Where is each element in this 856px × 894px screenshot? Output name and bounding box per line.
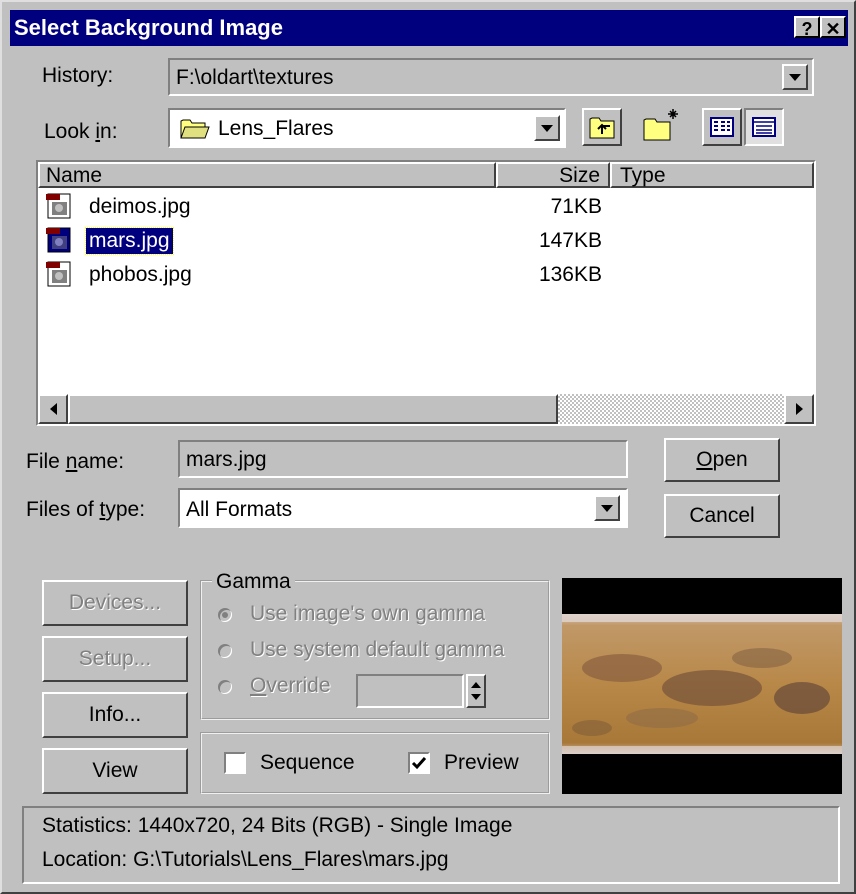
gamma-own-label: Use image's own gamma <box>250 602 486 625</box>
look-in-value: Lens_Flares <box>218 117 334 140</box>
radio-override[interactable] <box>218 680 232 694</box>
file-size-phobos: 136KB <box>538 263 602 286</box>
column-header-size[interactable]: Size <box>496 162 610 188</box>
select-background-image-dialog: Select Background Image ? ✕ History: F:\… <box>0 0 856 894</box>
horizontal-scrollbar[interactable] <box>38 394 814 424</box>
image-file-icon <box>46 193 71 219</box>
look-in-label: Look in: <box>44 120 118 143</box>
list-view-button[interactable] <box>702 108 742 146</box>
column-header-type[interactable]: Type <box>610 162 814 188</box>
gamma-override-input[interactable] <box>356 674 464 708</box>
status-panel: Statistics: 1440x720, 24 Bits (RGB) - Si… <box>22 806 840 884</box>
file-name-input[interactable]: mars.jpg <box>178 440 628 478</box>
file-size-deimos: 71KB <box>550 195 602 218</box>
radio-dot <box>222 612 228 618</box>
gamma-own-option[interactable]: Use image's own gamma <box>218 602 538 630</box>
file-list-header: Name Size Type <box>38 162 814 188</box>
history-dropdown-button[interactable] <box>782 64 808 90</box>
preview-checkbox[interactable] <box>408 752 430 774</box>
up-one-level-button[interactable] <box>582 108 622 146</box>
gamma-override-label: Override <box>250 674 331 697</box>
sequence-label: Sequence <box>260 751 355 774</box>
gamma-group-label: Gamma <box>212 570 295 594</box>
file-size-mars: 147KB <box>538 229 602 252</box>
file-name-value: mars.jpg <box>186 448 267 471</box>
details-view-icon <box>752 117 776 137</box>
scroll-right-button[interactable] <box>784 394 814 424</box>
details-view-button[interactable] <box>744 108 784 146</box>
gamma-override-option[interactable]: Override <box>218 674 348 702</box>
create-new-folder-icon <box>643 109 678 141</box>
help-button[interactable]: ? <box>794 16 820 39</box>
file-name-phobos: phobos.jpg <box>89 263 192 286</box>
title-bar[interactable]: Select Background Image ? ✕ <box>10 10 848 46</box>
look-in-combobox[interactable]: Lens_Flares <box>168 108 566 148</box>
arrow-right-icon <box>795 403 803 415</box>
preview-checkbox-option[interactable]: Preview <box>408 750 538 778</box>
radio-own[interactable] <box>218 608 232 622</box>
sequence-checkbox-option[interactable]: Sequence <box>224 750 364 778</box>
history-value: F:\oldart\textures <box>176 66 334 89</box>
checkmark-icon <box>411 757 427 770</box>
arrow-left-icon <box>49 403 57 415</box>
devices-button[interactable]: Devices... <box>42 580 188 626</box>
file-name-label: File name: <box>26 450 125 473</box>
history-label: History: <box>42 64 114 87</box>
preview-label: Preview <box>444 751 519 774</box>
setup-button[interactable]: Setup... <box>42 636 188 682</box>
location-text: Location: G:\Tutorials\Lens_Flares\mars.… <box>42 848 449 871</box>
cancel-button[interactable]: Cancel <box>664 494 780 538</box>
image-file-icon <box>46 261 71 287</box>
create-new-folder-button[interactable] <box>638 106 686 146</box>
chevron-down-icon <box>541 124 553 132</box>
image-preview <box>562 578 842 794</box>
file-row-mars[interactable]: mars.jpg 147KB <box>42 226 642 256</box>
chevron-down-icon <box>789 73 801 81</box>
files-of-type-label: Files of type: <box>26 498 146 521</box>
image-file-icon <box>46 227 71 253</box>
folder-icon <box>180 119 210 139</box>
files-of-type-dropdown-button[interactable] <box>594 495 620 521</box>
spinner-arrows-icon <box>471 682 481 700</box>
scroll-left-button[interactable] <box>38 394 68 424</box>
window-title: Select Background Image <box>14 15 283 40</box>
files-of-type-value: All Formats <box>186 498 293 521</box>
info-button[interactable]: Info... <box>42 692 188 738</box>
scrollbar-thumb[interactable] <box>68 394 558 424</box>
open-button[interactable]: Open <box>664 438 780 482</box>
file-name-mars: mars.jpg <box>85 227 174 255</box>
file-list[interactable]: Name Size Type deimos.jpg 71KB mars.jpg … <box>36 160 816 426</box>
sequence-checkbox[interactable] <box>224 752 246 774</box>
column-header-name[interactable]: Name <box>38 162 496 188</box>
mars-preview-image <box>562 614 842 754</box>
file-row-deimos[interactable]: deimos.jpg 71KB <box>42 192 642 222</box>
gamma-system-label: Use system default gamma <box>250 638 505 661</box>
files-of-type-combobox[interactable]: All Formats <box>178 488 628 528</box>
statistics-text: Statistics: 1440x720, 24 Bits (RGB) - Si… <box>42 814 513 837</box>
close-button[interactable]: ✕ <box>820 16 846 39</box>
gamma-override-spinner[interactable] <box>466 674 486 708</box>
history-combobox[interactable]: F:\oldart\textures <box>168 58 814 96</box>
up-one-level-icon <box>589 117 615 139</box>
list-view-icon <box>710 117 734 137</box>
chevron-down-icon <box>601 504 613 512</box>
gamma-system-option[interactable]: Use system default gamma <box>218 638 538 666</box>
file-row-phobos[interactable]: phobos.jpg 136KB <box>42 260 642 290</box>
look-in-dropdown-button[interactable] <box>534 115 560 141</box>
file-name-deimos: deimos.jpg <box>89 195 191 218</box>
radio-system[interactable] <box>218 644 232 658</box>
view-button[interactable]: View <box>42 748 188 794</box>
